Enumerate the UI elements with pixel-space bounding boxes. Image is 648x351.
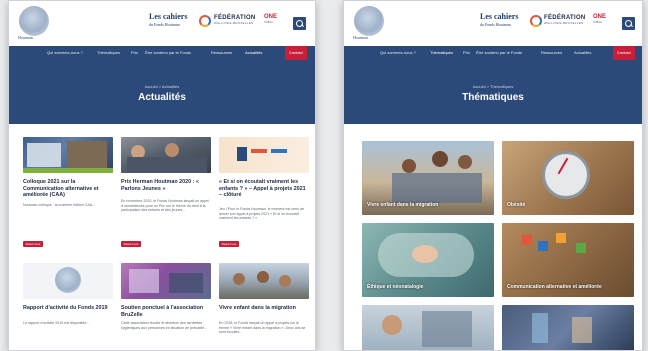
logo-text: Houtman	[18, 35, 33, 40]
news-card-title[interactable]: « Et si on écoutait vraiment les enfants…	[219, 179, 309, 199]
federation-sub: WALLONIE-BRUXELLES	[544, 21, 584, 25]
news-card-excerpt: En novembre 2020, le Fonds Houtman lança…	[121, 199, 209, 213]
nav-item-resources[interactable]: Ressources	[211, 50, 232, 55]
news-card-excerpt: Jeu ! Pour le Fonds Houtman, le moment e…	[219, 207, 305, 221]
news-card-image	[23, 137, 113, 173]
theme-tile-label: Vivre enfant dans la migration	[367, 202, 439, 208]
news-card-excerpt: Nouveau colloque : la onzième édition CA…	[23, 203, 96, 207]
nav-contact-button[interactable]: Contact	[285, 46, 307, 60]
news-card-excerpt: En 2018, le Fonds lançait un appel à pro…	[219, 321, 306, 335]
fonds-houtman-logo[interactable]	[354, 6, 384, 36]
news-card-title[interactable]: Prix Herman Houtman 2020 : « Parlons Jeu…	[121, 179, 211, 192]
search-icon[interactable]	[622, 17, 635, 30]
theme-tile-ethics[interactable]: Éthique et néonatalogie	[362, 223, 494, 297]
page-title: Thématiques	[462, 92, 524, 103]
theme-tile[interactable]	[362, 305, 494, 350]
theme-tile-label: Éthique et néonatalogie	[367, 284, 424, 290]
news-card[interactable]: « Et si on écoutait vraiment les enfants…	[219, 137, 309, 255]
federation-logo-icon	[199, 15, 211, 27]
search-icon[interactable]	[293, 17, 306, 30]
cahiers-brand[interactable]: Les cahiers du Fonds Houtman	[149, 13, 187, 29]
federation-sub: WALLONIE-BRUXELLES	[214, 21, 254, 25]
nav-contact-button[interactable]: Contact	[613, 46, 635, 60]
news-card[interactable]: Colloque 2021 sur la Communication alter…	[23, 137, 113, 255]
read-more-button[interactable]: Read more	[121, 241, 141, 247]
breadcrumb[interactable]: Accueil > Actualités	[9, 84, 315, 89]
nav-item-prize[interactable]: Prix	[131, 50, 138, 55]
main-nav: Qui sommes-nous ? Thématiques Prix Être …	[9, 46, 315, 60]
main-nav: Qui sommes-nous ? Thématiques Prix Être …	[344, 46, 642, 60]
news-card-image	[219, 263, 309, 299]
news-card[interactable]: Prix Herman Houtman 2020 : « Parlons Jeu…	[121, 137, 211, 255]
news-card-image	[219, 137, 309, 173]
federation-logo[interactable]: FÉDÉRATION WALLONIE-BRUXELLES	[544, 15, 586, 25]
theme-tile-communication[interactable]: Communication alternative et améliorée	[502, 223, 634, 297]
news-card-title[interactable]: Vivre enfant dans la migration	[219, 305, 309, 312]
news-card-excerpt: Cette association récolte et distribue d…	[121, 321, 208, 330]
nav-item-resources[interactable]: Ressources	[541, 50, 562, 55]
theme-tile-migration[interactable]: Vivre enfant dans la migration	[362, 141, 494, 215]
breadcrumb[interactable]: Accueil > Thématiques	[344, 84, 642, 89]
nav-item-about[interactable]: Qui sommes-nous ?	[47, 50, 83, 55]
brand-subtitle: du Fonds Houtman	[480, 22, 511, 27]
one-logo[interactable]: ONE l'Office	[593, 14, 606, 24]
brand-title: Les cahiers	[480, 12, 519, 21]
news-card-title[interactable]: Colloque 2021 sur la Communication alter…	[23, 179, 113, 199]
news-card-title[interactable]: Rapport d'activité du Fonds 2019	[23, 305, 113, 312]
theme-tile-label: Communication alternative et améliorée	[507, 284, 602, 290]
news-card-excerpt: Le rapport d'activité 2019 est disponibl…	[23, 321, 90, 325]
news-card-title[interactable]: Soutien ponctuel à l'association BruZell…	[121, 305, 211, 318]
read-more-button[interactable]: Read more	[219, 241, 239, 247]
nav-item-themes[interactable]: Thématiques	[430, 50, 453, 55]
nav-item-support[interactable]: Être soutenu par le Fonds	[145, 50, 191, 55]
page-hero: Accueil > Actualités Actualités	[9, 60, 315, 124]
logo-text: Houtman	[353, 35, 368, 40]
news-card[interactable]: Soutien ponctuel à l'association BruZell…	[121, 263, 211, 350]
nav-item-about[interactable]: Qui sommes-nous ?	[380, 50, 416, 55]
page-title: Actualités	[138, 92, 186, 103]
read-more-button[interactable]: Read more	[23, 241, 43, 247]
nav-item-prize[interactable]: Prix	[463, 50, 470, 55]
cahiers-brand[interactable]: Les cahiers du Fonds Houtman	[480, 13, 518, 29]
nav-item-news[interactable]: Actualités	[574, 50, 591, 55]
news-card[interactable]: Rapport d'activité du Fonds 2019 Le rapp…	[23, 263, 113, 350]
fonds-houtman-logo[interactable]	[19, 6, 49, 36]
theme-tile[interactable]	[502, 305, 634, 350]
news-card-image	[23, 263, 113, 299]
news-card-image	[121, 137, 211, 173]
nav-item-news[interactable]: Actualités	[245, 50, 262, 55]
theme-tile-obesity[interactable]: Obésité	[502, 141, 634, 215]
news-card-image	[121, 263, 211, 299]
brand-title: Les cahiers	[149, 12, 188, 21]
news-card[interactable]: Vivre enfant dans la migration En 2018, …	[219, 263, 309, 350]
federation-logo-icon	[530, 15, 542, 27]
federation-logo[interactable]: FÉDÉRATION WALLONIE-BRUXELLES	[214, 15, 256, 25]
page-hero: Accueil > Thématiques Thématiques	[344, 60, 642, 124]
nav-item-support[interactable]: Être soutenu par le Fonds	[476, 50, 522, 55]
site-header: Houtman Les cahiers du Fonds Houtman FÉD…	[9, 1, 315, 46]
nav-item-themes[interactable]: Thématiques	[97, 50, 120, 55]
left-page-screenshot: Houtman Les cahiers du Fonds Houtman FÉD…	[8, 0, 316, 351]
theme-tile-label: Obésité	[507, 202, 526, 208]
one-sub: l'Office	[593, 20, 603, 24]
one-logo[interactable]: ONE l'Office	[264, 14, 277, 24]
brand-subtitle: du Fonds Houtman	[149, 22, 180, 27]
site-header: Houtman Les cahiers du Fonds Houtman FÉD…	[344, 1, 642, 46]
right-page-screenshot: Houtman Les cahiers du Fonds Houtman FÉD…	[343, 0, 643, 351]
one-sub: l'Office	[264, 20, 274, 24]
